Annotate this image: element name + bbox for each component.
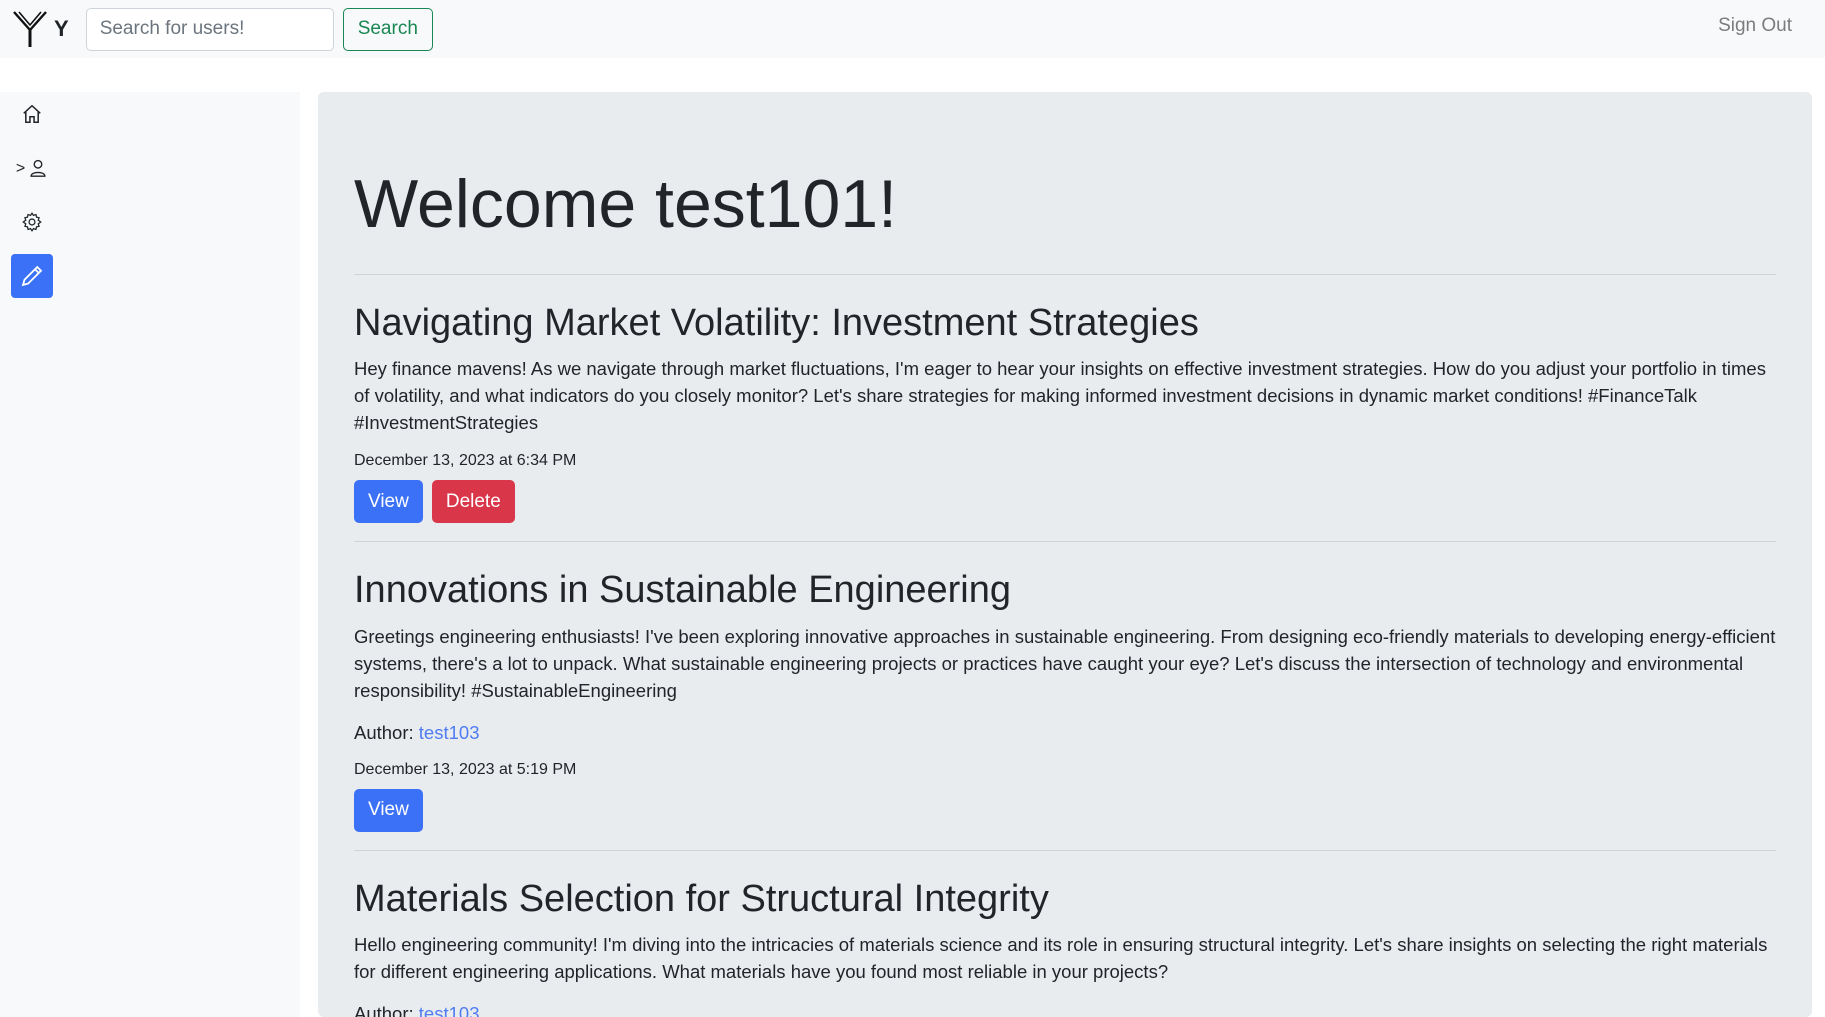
search-button[interactable]: Search xyxy=(342,7,433,51)
user-icon xyxy=(30,159,46,177)
home-icon xyxy=(23,104,41,124)
post-author: Author: test103 xyxy=(354,722,1776,744)
post-actions: View xyxy=(354,788,1776,832)
author-link[interactable]: test103 xyxy=(419,1003,480,1017)
y-logo-icon xyxy=(13,11,47,47)
brand-name: Y xyxy=(54,16,69,41)
sidebar-item-compose[interactable] xyxy=(11,254,53,298)
author-label: Author: xyxy=(354,1003,414,1017)
post-title: Materials Selection for Structural Integ… xyxy=(354,877,1049,920)
post-body: Greetings engineering enthusiasts! I've … xyxy=(354,625,1776,701)
post-author: Author: test103 xyxy=(354,1003,1776,1017)
sidebar: > xyxy=(0,92,300,1017)
post-card: Materials Selection for Structural Integ… xyxy=(354,851,1776,1017)
post-date: December 13, 2023 at 6:34 PM xyxy=(354,452,577,470)
post-card: Innovations in Sustainable Engineering G… xyxy=(354,542,1776,851)
gear-icon xyxy=(22,212,42,232)
post-actions: View Delete xyxy=(354,480,1776,524)
sign-out-link[interactable]: Sign Out xyxy=(1718,15,1792,37)
chevron-right-icon: > xyxy=(15,160,26,177)
sidebar-item-settings[interactable] xyxy=(11,200,53,244)
post-card: Navigating Market Volatility: Investment… xyxy=(354,275,1776,543)
top-navbar: Y Search Sign Out xyxy=(0,0,1825,58)
brand[interactable]: Y xyxy=(12,0,69,58)
view-button[interactable]: View xyxy=(354,788,423,832)
search-input[interactable] xyxy=(85,7,334,51)
page-title: Welcome test101! xyxy=(354,166,898,242)
pencil-icon xyxy=(21,265,43,287)
sidebar-item-profile[interactable]: > xyxy=(11,146,53,190)
delete-button[interactable]: Delete xyxy=(431,480,515,524)
post-body: Hey finance mavens! As we navigate throu… xyxy=(354,358,1766,434)
author-link[interactable]: test103 xyxy=(419,722,480,743)
author-label: Author: xyxy=(354,721,414,743)
view-button[interactable]: View xyxy=(354,480,423,524)
main-content: Welcome test101! Navigating Market Volat… xyxy=(318,92,1812,1017)
post-title: Innovations in Sustainable Engineering xyxy=(354,569,1012,612)
post-title: Navigating Market Volatility: Investment… xyxy=(354,301,1199,344)
post-date: December 13, 2023 at 5:19 PM xyxy=(354,760,577,778)
post-body: Hello engineering community! I'm diving … xyxy=(354,934,1768,983)
sidebar-item-home[interactable] xyxy=(11,92,53,136)
